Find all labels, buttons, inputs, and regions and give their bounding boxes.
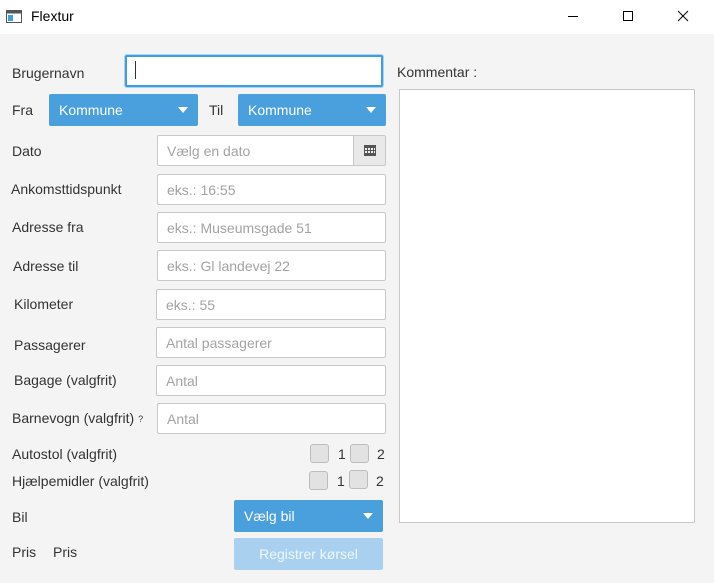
aids-label: Hjælpemidler (valgfrit) <box>12 473 149 489</box>
aids-option-1-label: 1 <box>337 473 345 489</box>
arrival-time-input[interactable] <box>157 174 386 205</box>
username-label: Brugernavn <box>12 65 85 81</box>
to-combobox-value: Kommune <box>248 102 312 118</box>
chevron-down-icon <box>363 513 373 519</box>
date-label: Dato <box>12 143 42 159</box>
comment-label: Kommentar : <box>397 64 478 80</box>
chevron-down-icon <box>366 107 376 113</box>
chevron-down-icon <box>178 107 188 113</box>
luggage-input[interactable] <box>156 365 386 396</box>
comment-textarea[interactable] <box>399 89 695 523</box>
car-seat-checkbox-1[interactable] <box>310 444 329 463</box>
to-label: Til <box>209 102 224 118</box>
aids-checkbox-2[interactable] <box>349 470 368 489</box>
from-label: Fra <box>12 102 33 118</box>
stroller-label-text: Barnevogn (valgfrit) <box>12 410 135 426</box>
close-button[interactable] <box>660 0 706 32</box>
aids-checkbox-1[interactable] <box>309 471 328 490</box>
close-icon <box>677 10 689 22</box>
calendar-icon <box>364 145 376 156</box>
from-combobox-value: Kommune <box>59 102 123 118</box>
to-combobox[interactable]: Kommune <box>238 94 386 126</box>
window-title: Flextur <box>31 8 74 24</box>
car-combobox[interactable]: Vælg bil <box>234 500 383 532</box>
address-to-label: Adresse til <box>13 258 79 274</box>
minimize-button[interactable] <box>550 0 596 32</box>
passengers-input[interactable] <box>156 327 386 358</box>
address-from-label: Adresse fra <box>12 219 84 235</box>
stroller-input[interactable] <box>157 403 386 434</box>
kilometer-input[interactable] <box>156 289 386 320</box>
car-seat-option-2-label: 2 <box>377 446 385 462</box>
maximize-button[interactable] <box>605 0 651 32</box>
price-value: Pris <box>53 544 78 560</box>
from-combobox[interactable]: Kommune <box>49 94 198 126</box>
passengers-label: Passagerer <box>14 337 86 353</box>
address-from-input[interactable] <box>157 212 386 243</box>
car-seat-checkbox-2[interactable] <box>350 444 369 463</box>
help-icon[interactable]: ? <box>138 414 143 424</box>
price-label: Pris <box>12 544 37 560</box>
car-seat-label: Autostol (valgfrit) <box>12 446 118 462</box>
maximize-icon <box>623 11 633 21</box>
register-trip-button[interactable]: Registrer kørsel <box>234 538 383 570</box>
luggage-label: Bagage (valgfrit) <box>14 372 117 388</box>
date-input[interactable] <box>157 135 354 166</box>
text-cursor <box>135 61 136 79</box>
car-label: Bil <box>12 509 28 525</box>
kilometer-label: Kilometer <box>14 296 74 312</box>
aids-option-2-label: 2 <box>376 473 384 489</box>
stroller-label: Barnevogn (valgfrit) ? <box>12 410 143 426</box>
arrival-time-label: Ankomsttidspunkt <box>11 181 122 197</box>
minimize-icon <box>568 16 578 17</box>
car-seat-option-1-label: 1 <box>338 446 346 462</box>
title-bar: Flextur <box>0 0 714 34</box>
date-picker-button[interactable] <box>353 135 386 166</box>
window-icon <box>6 10 22 23</box>
car-combobox-value: Vælg bil <box>244 508 295 524</box>
username-input[interactable] <box>125 55 383 87</box>
address-to-input[interactable] <box>157 250 386 281</box>
